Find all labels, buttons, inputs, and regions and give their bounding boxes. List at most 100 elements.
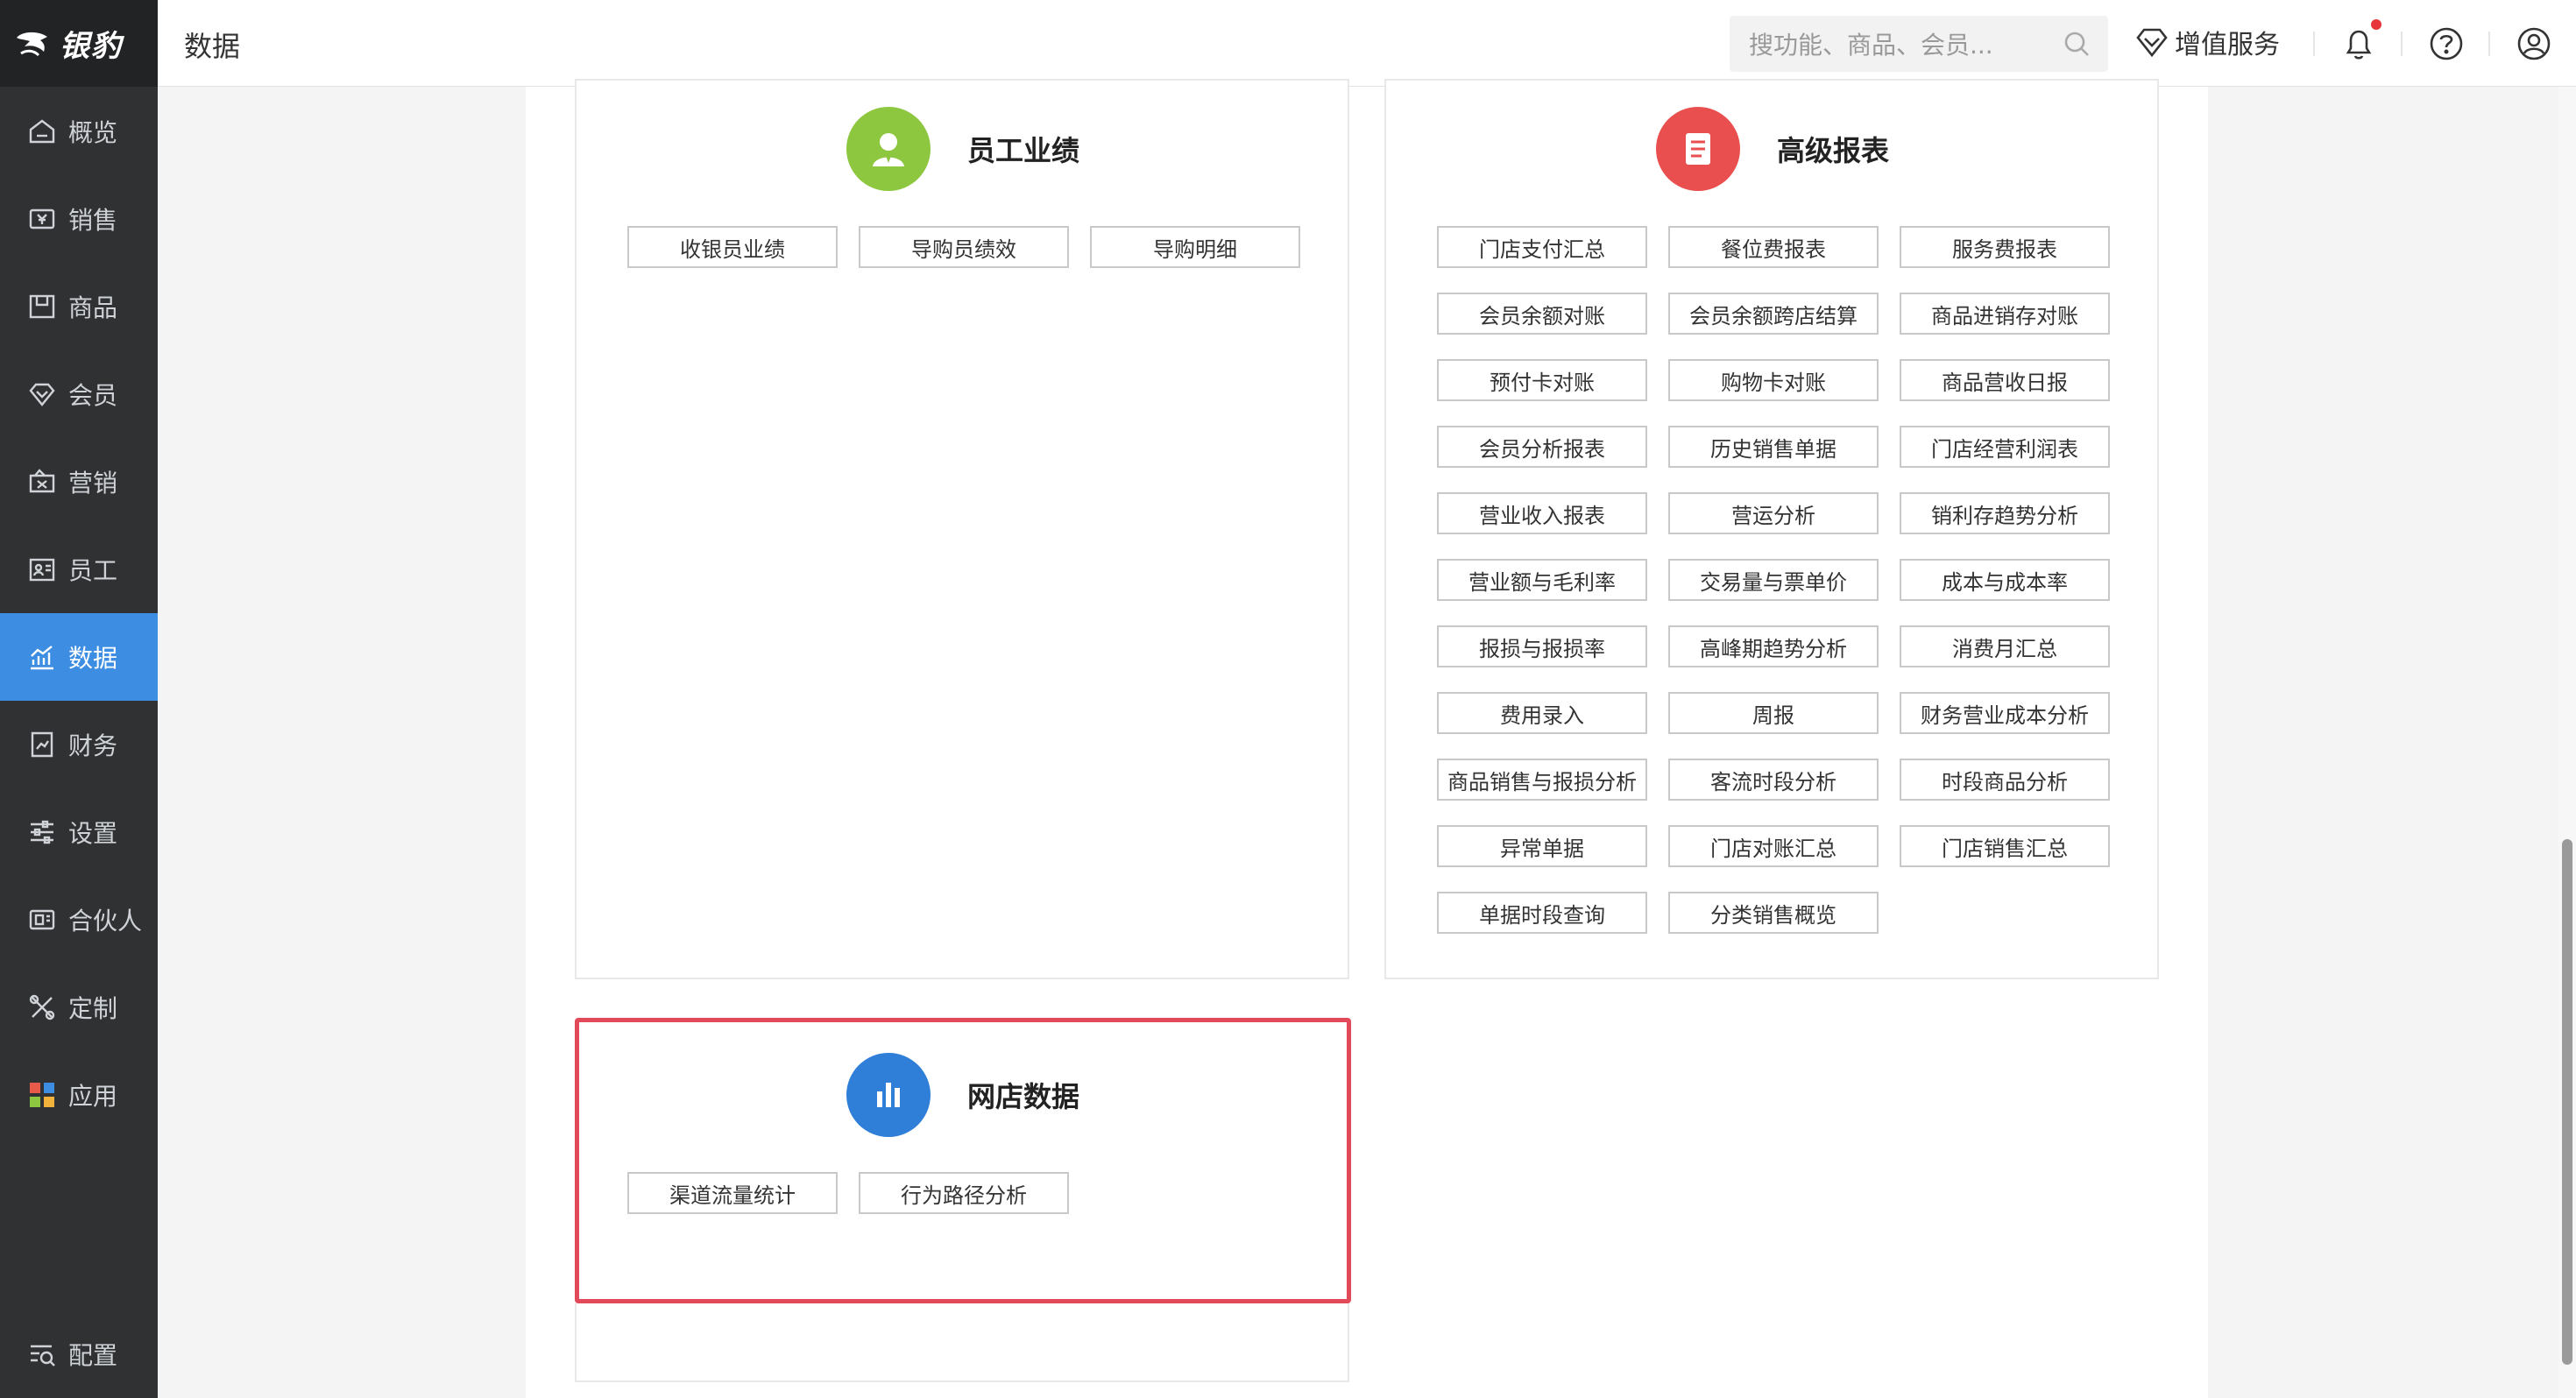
sidebar-item-members[interactable]: 会员	[0, 350, 158, 438]
report-button[interactable]: 营业收入报表	[1437, 492, 1647, 534]
sidebar: 银豹 概览 销售 商品 会员 营销 员工 数据 财务 设置 合伙人 定制 应用 …	[0, 0, 158, 1398]
report-button[interactable]: 服务费报表	[1900, 226, 2110, 268]
sidebar-item-settings[interactable]: 设置	[0, 788, 158, 876]
card-title: 高级报表	[1777, 134, 1890, 167]
partner-icon	[26, 904, 58, 936]
user-icon	[846, 107, 931, 191]
report-button[interactable]: 成本与成本率	[1900, 559, 2110, 601]
report-button[interactable]: 异常单据	[1437, 825, 1647, 867]
report-button[interactable]: 时段商品分析	[1900, 759, 2110, 801]
brand-leopard-icon	[17, 32, 47, 56]
report-button[interactable]: 会员余额对账	[1437, 293, 1647, 335]
report-button[interactable]: 费用录入	[1437, 692, 1647, 734]
guide-detail-button[interactable]: 导购明细	[1090, 226, 1300, 268]
coupon-icon	[26, 466, 58, 498]
report-button[interactable]: 商品进销存对账	[1900, 293, 2110, 335]
brand-name: 银豹	[60, 29, 123, 64]
ledger-icon	[26, 729, 58, 760]
report-button[interactable]: 交易量与票单价	[1668, 559, 1879, 601]
page-title: 数据	[184, 30, 241, 63]
sidebar-item-label: 概览	[68, 118, 118, 147]
sidebar-item-overview[interactable]: 概览	[0, 88, 158, 175]
report-button[interactable]: 餐位费报表	[1668, 226, 1879, 268]
report-button[interactable]: 商品营收日报	[1900, 359, 2110, 401]
sidebar-item-custom[interactable]: 定制	[0, 964, 158, 1051]
sidebar-item-label: 配置	[68, 1341, 118, 1370]
divider	[2488, 32, 2490, 56]
sidebar-item-label: 财务	[68, 731, 118, 760]
card-bottom-edge	[575, 1303, 1349, 1382]
sidebar-item-sales[interactable]: 销售	[0, 175, 158, 263]
tools-icon	[26, 992, 58, 1023]
report-button[interactable]: 门店经营利润表	[1900, 426, 2110, 468]
online-store-data-card: 网店数据 渠道流量统计 行为路径分析	[575, 1018, 1351, 1303]
notification-bell-icon[interactable]	[2339, 25, 2378, 63]
report-button[interactable]: 销利存趋势分析	[1900, 492, 2110, 534]
report-button[interactable]: 营业额与毛利率	[1437, 559, 1647, 601]
sidebar-item-label: 应用	[68, 1082, 118, 1111]
search-input[interactable]: 搜功能、商品、会员...	[1730, 16, 2108, 72]
sidebar-item-label: 数据	[68, 644, 118, 673]
card-header: 网店数据	[846, 1053, 1079, 1137]
top-bar: 数据 搜功能、商品、会员... 增值服务	[158, 0, 2576, 87]
report-button[interactable]: 消费月汇总	[1900, 625, 2110, 667]
report-button[interactable]: 客流时段分析	[1668, 759, 1879, 801]
sidebar-item-label: 设置	[68, 819, 118, 848]
sidebar-item-label: 会员	[68, 381, 118, 410]
sidebar-item-partners[interactable]: 合伙人	[0, 876, 158, 964]
value-added-services-link[interactable]: 增值服务	[2134, 23, 2280, 61]
report-button[interactable]: 报损与报损率	[1437, 625, 1647, 667]
search-placeholder: 搜功能、商品、会员...	[1749, 31, 1993, 60]
report-button[interactable]: 门店对账汇总	[1668, 825, 1879, 867]
sidebar-item-staff[interactable]: 员工	[0, 526, 158, 613]
sidebar-item-apps[interactable]: 应用	[0, 1051, 158, 1139]
report-button[interactable]: 商品销售与报损分析	[1437, 759, 1647, 801]
home-icon	[26, 116, 58, 147]
report-button[interactable]: 历史销售单据	[1668, 426, 1879, 468]
report-button[interactable]: 高峰期趋势分析	[1668, 625, 1879, 667]
id-card-icon	[26, 554, 58, 585]
sidebar-item-label: 销售	[68, 206, 118, 235]
divider	[2313, 32, 2315, 56]
advanced-reports-card: 高级报表 门店支付汇总 餐位费报表 服务费报表会员余额对账 会员余额跨店结算 商品进销存…	[1384, 79, 2159, 979]
cash-icon	[26, 203, 58, 235]
staff-performance-card: 员工业绩 收银员业绩 导购员绩效 导购明细	[575, 79, 1349, 979]
sidebar-item-label: 员工	[68, 556, 118, 585]
report-button[interactable]: 预付卡对账	[1437, 359, 1647, 401]
diamond-icon	[2136, 28, 2168, 58]
behavior-path-button[interactable]: 行为路径分析	[859, 1172, 1069, 1214]
sidebar-item-label: 合伙人	[68, 907, 143, 936]
cashier-performance-button[interactable]: 收银员业绩	[627, 226, 838, 268]
brand-logo[interactable]: 银豹	[0, 0, 158, 87]
report-button[interactable]: 营运分析	[1668, 492, 1879, 534]
sidebar-item-label: 定制	[68, 994, 118, 1023]
user-account-icon[interactable]	[2515, 25, 2553, 63]
report-button[interactable]: 门店销售汇总	[1900, 825, 2110, 867]
sidebar-item-config[interactable]: 配置	[0, 1310, 158, 1398]
report-button[interactable]: 会员分析报表	[1437, 426, 1647, 468]
channel-traffic-button[interactable]: 渠道流量统计	[627, 1172, 838, 1214]
help-icon[interactable]	[2427, 25, 2466, 63]
scrollbar-thumb[interactable]	[2562, 839, 2572, 1365]
search-icon	[2064, 32, 2089, 56]
card-header: 高级报表	[1656, 107, 1889, 191]
report-button[interactable]: 单据时段查询	[1437, 892, 1647, 934]
sidebar-item-marketing[interactable]: 营销	[0, 438, 158, 526]
apps-grid-icon	[26, 1079, 58, 1111]
sliders-icon	[26, 816, 58, 848]
sidebar-item-products[interactable]: 商品	[0, 263, 158, 350]
sidebar-item-data[interactable]: 数据	[0, 613, 158, 701]
guide-performance-button[interactable]: 导购员绩效	[859, 226, 1069, 268]
notification-badge	[2371, 19, 2381, 30]
sidebar-item-finance[interactable]: 财务	[0, 701, 158, 788]
box-icon	[26, 291, 58, 322]
card-title: 员工业绩	[967, 134, 1080, 167]
report-button[interactable]: 分类销售概览	[1668, 892, 1879, 934]
report-button[interactable]: 财务营业成本分析	[1900, 692, 2110, 734]
vas-label: 增值服务	[2175, 30, 2280, 60]
report-button[interactable]: 周报	[1668, 692, 1879, 734]
config-search-icon	[26, 1338, 58, 1370]
report-button[interactable]: 会员余额跨店结算	[1668, 293, 1879, 335]
report-button[interactable]: 购物卡对账	[1668, 359, 1879, 401]
report-button[interactable]: 门店支付汇总	[1437, 226, 1647, 268]
